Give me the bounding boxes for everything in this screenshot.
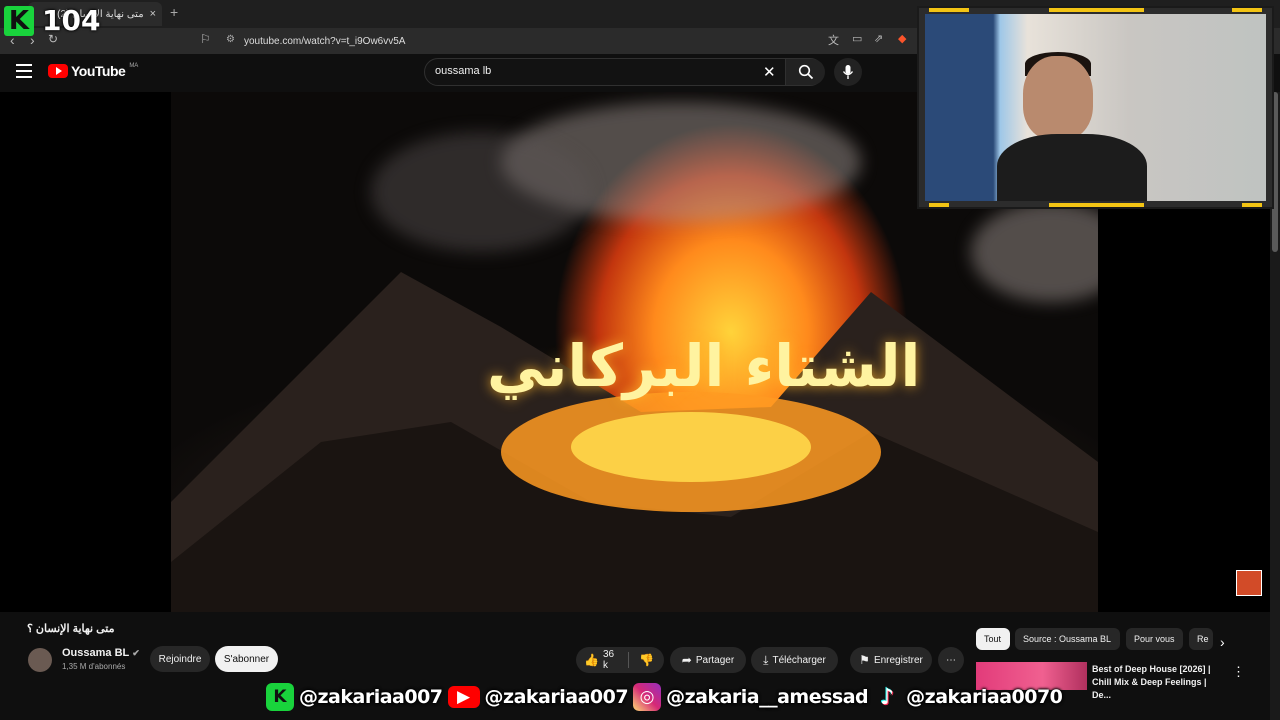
- like-dislike-group: 👍 36 k 👎: [576, 647, 664, 673]
- kick-icon: K: [266, 683, 294, 711]
- youtube-handle: @zakariaa007: [484, 686, 629, 708]
- instagram-icon: ◎: [633, 683, 662, 711]
- instagram-handle: @zakaria__amessad: [666, 686, 869, 708]
- share-button[interactable]: ➦ Partager: [670, 647, 746, 673]
- volcano-illustration: [171, 272, 1098, 612]
- save-label: Enregistrer: [873, 654, 923, 666]
- microphone-icon: [842, 65, 854, 79]
- youtube-wordmark: YouTube: [71, 63, 126, 79]
- new-tab-icon[interactable]: +: [170, 4, 178, 20]
- brave-shield-icon[interactable]: ◆: [898, 32, 906, 45]
- more-actions-button[interactable]: ⋯: [938, 647, 964, 673]
- search-box: ✕: [424, 58, 825, 86]
- more-icon: ⋯: [946, 654, 956, 666]
- url-text: youtube.com/watch?v=t_i9Ow6vv5A: [244, 35, 406, 47]
- bookmark-icon[interactable]: ⚐: [200, 32, 211, 46]
- video-overlay-title: الشتاء البركاني: [487, 332, 921, 400]
- download-label: Télécharger: [772, 654, 826, 666]
- channel-name[interactable]: Oussama BL ✔: [62, 647, 140, 659]
- download-button[interactable]: ⤓ Télécharger: [751, 647, 838, 673]
- address-bar[interactable]: ⚙ youtube.com/watch?v=t_i9Ow6vv5A: [222, 31, 912, 51]
- save-button[interactable]: ⚑ Enregistrer: [850, 647, 932, 673]
- hamburger-menu-icon[interactable]: [16, 64, 32, 78]
- tiktok-icon: ♪: [880, 684, 895, 710]
- join-button[interactable]: Rejoindre: [150, 646, 210, 672]
- chip-source[interactable]: Source : Oussama BL: [1015, 628, 1120, 650]
- video-title: متى نهاية الإنسان ؟: [27, 623, 115, 635]
- download-icon: ⤓: [763, 652, 769, 667]
- youtube-logo[interactable]: YouTube MA: [48, 63, 138, 79]
- channel-name-text: Oussama BL: [62, 647, 130, 659]
- chip-for-you[interactable]: Pour vous: [1126, 628, 1183, 650]
- subscribe-button[interactable]: S'abonner: [215, 646, 278, 672]
- chip-tout[interactable]: Tout: [976, 628, 1010, 650]
- like-count[interactable]: 36 k: [603, 649, 618, 671]
- chip-partial[interactable]: Re: [1189, 628, 1213, 650]
- share-icon: ➦: [681, 653, 692, 667]
- recommendation-menu-icon[interactable]: ⋮: [1232, 664, 1245, 680]
- save-icon: ⚑: [859, 653, 870, 667]
- verified-icon: ✔: [132, 648, 140, 658]
- kick-logo-icon: K: [4, 5, 34, 36]
- recommendation-title[interactable]: Best of Deep House [2026] | Chill Mix & …: [1092, 663, 1224, 702]
- stream-counter-overlay: K 104: [4, 4, 100, 37]
- social-handles-bar: K @zakariaa007 ▶ @zakariaa007 ◎ @zakaria…: [266, 681, 1063, 713]
- voice-search-button[interactable]: [834, 58, 862, 86]
- viewer-count: 104: [42, 4, 101, 37]
- clear-search-icon[interactable]: ✕: [763, 63, 776, 81]
- search-button[interactable]: [785, 59, 825, 85]
- youtube-social-icon: ▶: [447, 686, 480, 708]
- tab-close-icon[interactable]: ×: [150, 8, 156, 20]
- region-code: MA: [129, 63, 139, 69]
- channel-watermark-icon[interactable]: [1236, 570, 1262, 596]
- kick-handle: @zakariaa007: [299, 686, 443, 708]
- search-icon: [798, 64, 813, 80]
- translate-icon[interactable]: 文: [828, 32, 839, 48]
- subscriber-count: 1,35 M d'abonnés: [62, 662, 126, 671]
- youtube-play-icon: [48, 64, 68, 78]
- site-info-icon[interactable]: ⚙: [226, 34, 235, 45]
- share-page-icon[interactable]: ⇗: [874, 32, 883, 45]
- chevron-right-icon[interactable]: ›: [1220, 634, 1225, 650]
- share-label: Partager: [695, 654, 735, 666]
- like-icon[interactable]: 👍: [584, 653, 599, 667]
- webcam-feed: [925, 14, 1266, 201]
- webcam-overlay: [917, 6, 1274, 209]
- cast-icon[interactable]: ▭: [852, 32, 862, 45]
- tiktok-handle: @zakariaa0070: [906, 686, 1063, 708]
- channel-avatar[interactable]: [28, 648, 52, 672]
- search-input[interactable]: [435, 65, 735, 77]
- dislike-icon[interactable]: 👎: [639, 653, 654, 667]
